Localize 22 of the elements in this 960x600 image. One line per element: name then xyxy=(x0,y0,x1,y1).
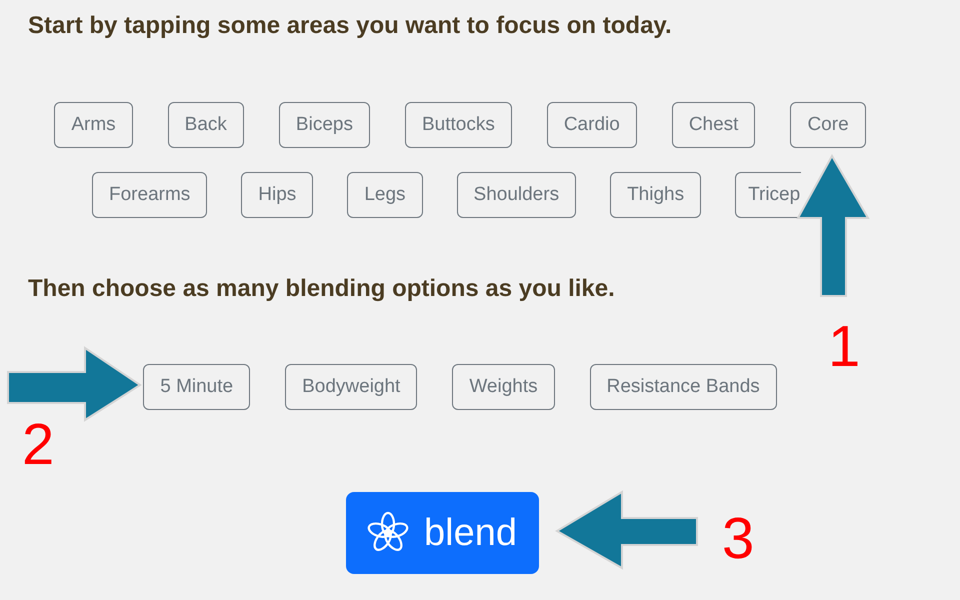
section-heading: Then choose as many blending options as you like. xyxy=(27,275,616,303)
blend-button[interactable]: blend xyxy=(346,492,539,574)
option-button[interactable]: 5 Minute xyxy=(143,364,250,410)
option-button[interactable]: Weights xyxy=(452,364,555,410)
area-button[interactable]: Chest xyxy=(672,102,756,148)
area-button[interactable]: Back xyxy=(168,102,244,148)
area-button[interactable]: Legs xyxy=(347,172,423,218)
area-button[interactable]: Thighs xyxy=(610,172,702,218)
area-button[interactable]: Biceps xyxy=(278,102,370,148)
option-button[interactable]: Resistance Bands xyxy=(590,364,777,410)
section-heading: Start by tapping some areas you want to focus on today. xyxy=(27,11,673,40)
area-button[interactable]: Cardio xyxy=(546,102,637,148)
area-button[interactable]: Core xyxy=(790,102,866,148)
area-button[interactable]: Shoulders xyxy=(456,172,576,218)
step-number: 3 xyxy=(722,510,754,568)
area-button[interactable]: Buttocks xyxy=(404,102,512,148)
step-number: 1 xyxy=(828,318,860,376)
area-button[interactable]: Forearms xyxy=(92,172,208,218)
option-button[interactable]: Bodyweight xyxy=(285,364,418,410)
area-button[interactable]: Hips xyxy=(241,172,314,218)
step-number: 2 xyxy=(22,416,54,474)
area-button[interactable]: Arms xyxy=(54,102,133,148)
